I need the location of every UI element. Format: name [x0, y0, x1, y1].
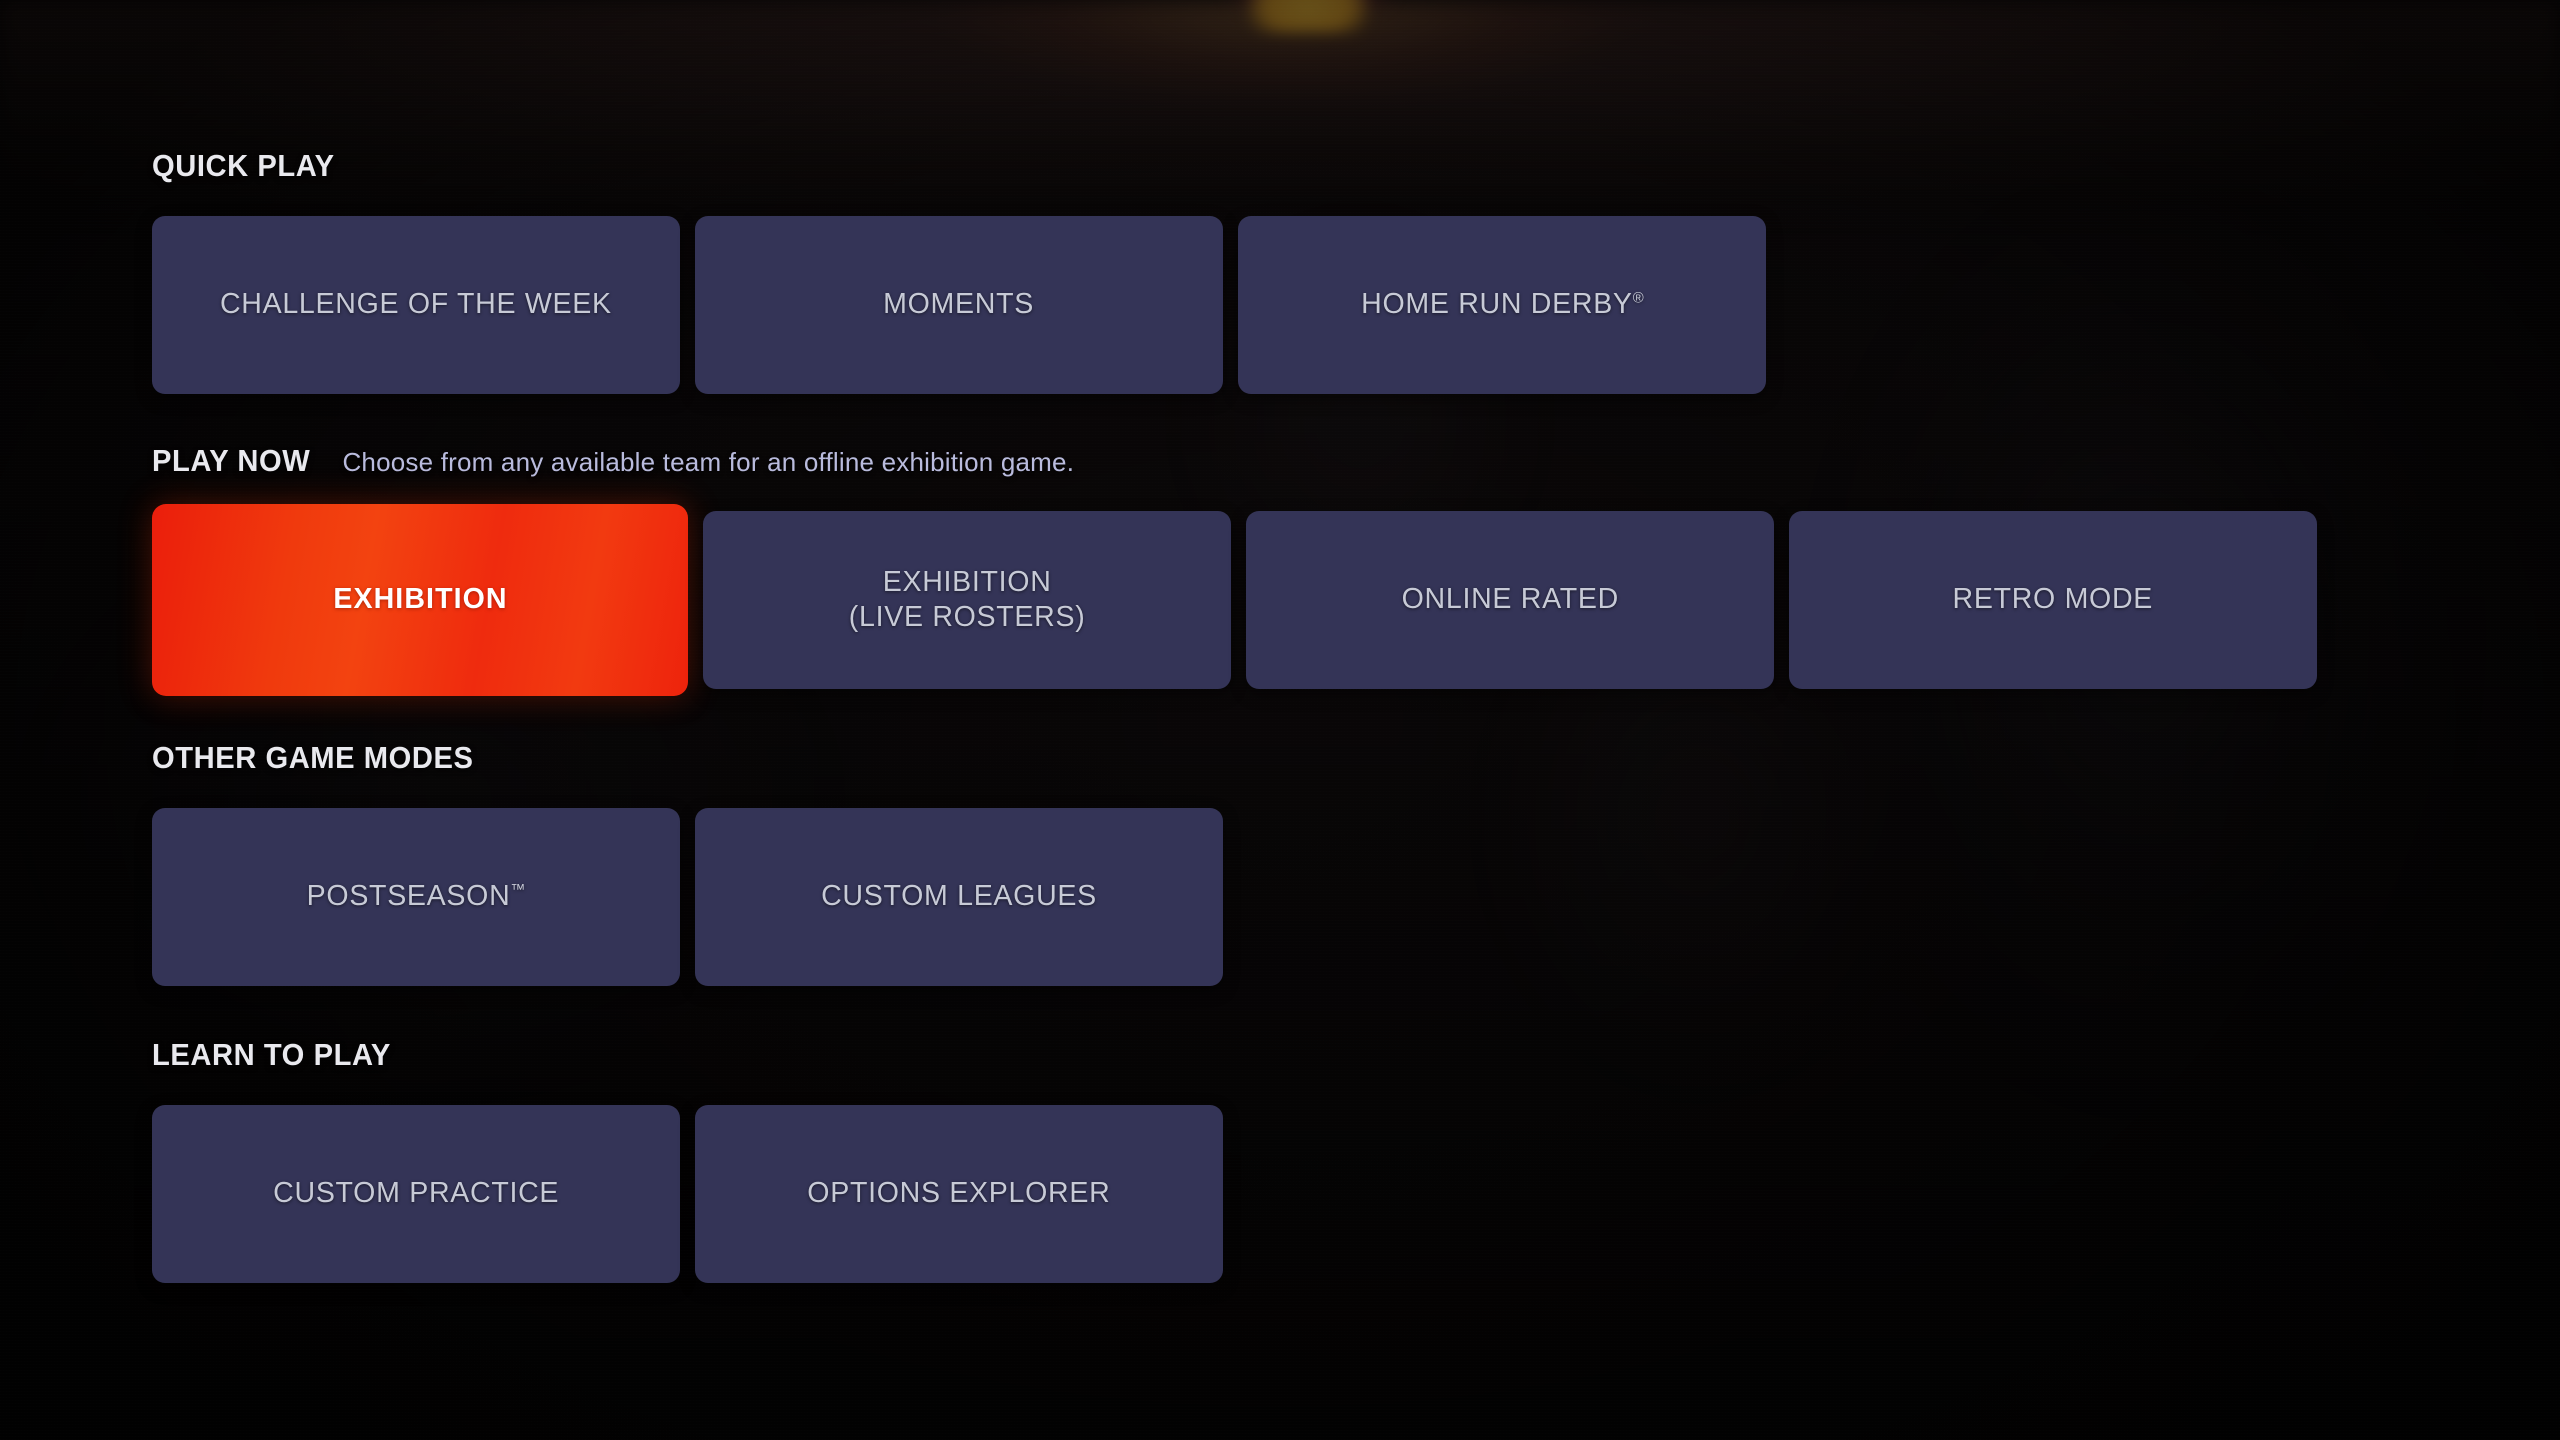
- tile-options-explorer[interactable]: OPTIONS EXPLORER: [695, 1105, 1223, 1283]
- section-title-quick-play: QUICK PLAY: [152, 148, 335, 183]
- section-header-quick-play: QUICK PLAY: [152, 148, 2560, 194]
- tile-label: EXHIBITION (LIVE ROSTERS): [849, 565, 1086, 636]
- tile-label-line-1: EXHIBITION: [882, 565, 1052, 598]
- tile-online-rated[interactable]: ONLINE RATED: [1246, 511, 1774, 689]
- tile-label: OPTIONS EXPLORER: [807, 1177, 1111, 1210]
- registered-trademark-symbol: ®: [1632, 289, 1644, 307]
- tile-label: ONLINE RATED: [1401, 583, 1619, 616]
- section-description-play-now: Choose from any available team for an of…: [342, 447, 1075, 477]
- tile-label: HOME RUN DERBY®: [1361, 287, 1643, 322]
- tile-label: EXHIBITION: [332, 583, 508, 616]
- tile-label: RETRO MODE: [1952, 583, 2154, 616]
- tile-custom-practice[interactable]: CUSTOM PRACTICE: [152, 1105, 680, 1283]
- section-quick-play: QUICK PLAY CHALLENGE OF THE WEEK MOMENTS…: [152, 148, 2560, 399]
- section-play-now: PLAY NOW Choose from any available team …: [152, 443, 2560, 696]
- section-title-play-now: PLAY NOW: [152, 443, 311, 478]
- section-header-other-game-modes: OTHER GAME MODES: [152, 740, 2560, 786]
- tile-moments[interactable]: MOMENTS: [695, 216, 1223, 394]
- tile-label: CUSTOM PRACTICE: [273, 1177, 559, 1210]
- section-header-learn-to-play: LEARN TO PLAY: [152, 1037, 2560, 1083]
- tile-label: CUSTOM LEAGUES: [821, 880, 1097, 913]
- tile-label: CHALLENGE OF THE WEEK: [220, 288, 612, 321]
- section-other-game-modes: OTHER GAME MODES POSTSEASON™ CUSTOM LEAG…: [152, 740, 2560, 991]
- tile-postseason[interactable]: POSTSEASON™: [152, 808, 680, 986]
- tile-home-run-derby[interactable]: HOME RUN DERBY®: [1238, 216, 1766, 394]
- tile-exhibition[interactable]: EXHIBITION: [152, 504, 688, 696]
- tile-row-other-game-modes: POSTSEASON™ CUSTOM LEAGUES: [152, 803, 2560, 991]
- tile-label-line-2: (LIVE ROSTERS): [848, 601, 1086, 633]
- menu-content: QUICK PLAY CHALLENGE OF THE WEEK MOMENTS…: [0, 0, 2560, 1440]
- tile-label: POSTSEASON™: [307, 879, 526, 914]
- section-header-play-now: PLAY NOW Choose from any available team …: [152, 443, 2560, 489]
- tile-label-text: POSTSEASON: [306, 880, 511, 913]
- tile-exhibition-live-rosters[interactable]: EXHIBITION (LIVE ROSTERS): [703, 511, 1231, 689]
- section-title-learn-to-play: LEARN TO PLAY: [152, 1037, 391, 1072]
- game-mode-select-screen: QUICK PLAY CHALLENGE OF THE WEEK MOMENTS…: [0, 0, 2560, 1440]
- section-title-other-game-modes: OTHER GAME MODES: [152, 740, 474, 775]
- tile-row-quick-play: CHALLENGE OF THE WEEK MOMENTS HOME RUN D…: [152, 211, 2560, 399]
- tile-row-learn-to-play: CUSTOM PRACTICE OPTIONS EXPLORER: [152, 1100, 2560, 1288]
- tile-challenge-of-the-week[interactable]: CHALLENGE OF THE WEEK: [152, 216, 680, 394]
- tile-row-play-now: EXHIBITION EXHIBITION (LIVE ROSTERS) ONLI…: [152, 504, 2560, 696]
- trademark-symbol: ™: [510, 881, 526, 899]
- tile-custom-leagues[interactable]: CUSTOM LEAGUES: [695, 808, 1223, 986]
- section-learn-to-play: LEARN TO PLAY CUSTOM PRACTICE OPTIONS EX…: [152, 1037, 2560, 1288]
- tile-retro-mode[interactable]: RETRO MODE: [1789, 511, 2317, 689]
- tile-label-text: HOME RUN DERBY: [1360, 288, 1633, 321]
- tile-label: MOMENTS: [883, 288, 1035, 321]
